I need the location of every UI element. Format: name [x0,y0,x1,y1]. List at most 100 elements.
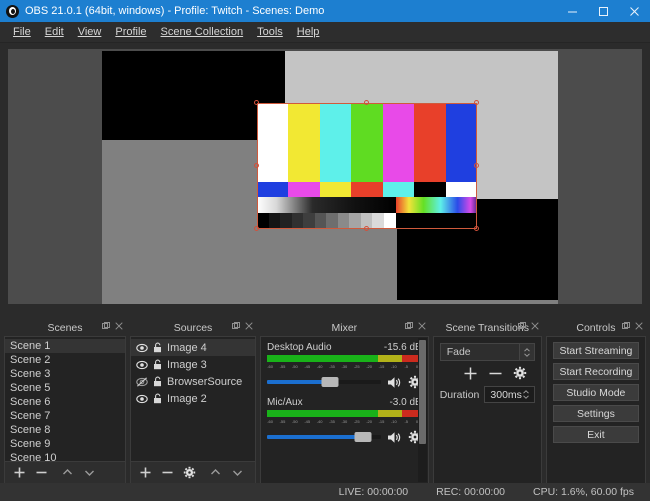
transitions-dock-buttons [517,322,539,330]
resize-handle-top-right[interactable] [474,100,479,105]
settings-button[interactable]: Settings [552,405,640,422]
list-item[interactable]: Scene 3 [5,367,125,381]
obs-logo-icon [6,4,19,18]
start-streaming-button[interactable]: Start Streaming [552,342,640,359]
resize-handle-middle-right[interactable] [474,163,479,168]
transitions-dock: Scene Transitions Fade Duration 300ms [432,320,542,484]
unlock-icon[interactable] [153,393,162,404]
list-item[interactable]: Scene 10 [5,451,125,461]
source-properties-button[interactable] [179,464,199,482]
remove-scene-button[interactable] [31,464,51,482]
preview-canvas[interactable] [8,49,642,304]
color-bars-top-row [257,103,477,182]
list-item[interactable]: Scene 8 [5,423,125,437]
mixer-scrollbar[interactable] [417,338,427,482]
menu-scene-collection-label: Scene Collection [160,26,244,38]
scrollbar-thumb[interactable] [418,340,426,444]
list-item[interactable]: Scene 5 [5,381,125,395]
window-controls [557,0,650,22]
add-source-button[interactable] [135,464,155,482]
minimize-icon[interactable] [557,0,588,22]
float-icon[interactable] [404,322,413,330]
controls-container: Start Streaming Start Recording Studio M… [545,336,647,484]
menu-edit[interactable]: Edit [38,22,71,42]
resize-handle-top-center[interactable] [364,100,369,105]
menu-file[interactable]: File [6,22,38,42]
close-icon[interactable] [245,322,253,330]
transitions-container: Fade Duration 300ms [432,336,542,484]
unlock-icon[interactable] [153,359,162,370]
menu-view[interactable]: View [71,22,109,42]
move-scene-down-button[interactable] [79,464,99,482]
start-recording-button[interactable]: Start Recording [552,363,640,380]
slider-knob[interactable] [321,377,339,387]
menu-scene-collection[interactable]: Scene Collection [154,22,251,42]
list-item[interactable]: Scene 9 [5,437,125,451]
duration-input[interactable]: 300ms [484,386,535,403]
menu-help[interactable]: Help [290,22,327,42]
close-icon[interactable] [531,322,539,330]
close-icon[interactable] [619,0,650,22]
float-icon[interactable] [622,322,631,330]
resize-handle-middle-left[interactable] [254,163,259,168]
eye-slash-icon[interactable] [136,376,148,387]
volume-slider[interactable] [267,428,381,446]
unlock-icon[interactable] [153,376,162,387]
mixer-container[interactable]: Desktop Audio -15.6 dB -60 -55 -50 -45 -… [260,336,429,484]
resize-handle-top-left[interactable] [254,100,259,105]
remove-source-button[interactable] [157,464,177,482]
volume-slider[interactable] [267,373,381,391]
sources-list-container[interactable]: Image 4 Image 3 BrowserSource Image 2 [130,336,257,462]
speaker-icon[interactable] [387,376,402,389]
list-item[interactable]: Scene 2 [5,353,125,367]
unlock-icon[interactable] [153,342,162,353]
window-title: OBS 21.0.1 (64bit, windows) - Profile: T… [25,5,325,17]
exit-button[interactable]: Exit [552,426,640,443]
list-item[interactable]: Image 4 [131,339,256,356]
float-icon[interactable] [517,322,526,330]
close-icon[interactable] [115,322,123,330]
menu-tools[interactable]: Tools [250,22,290,42]
list-item[interactable]: Image 2 [131,390,255,407]
sources-toolbar [130,462,257,484]
spinner-icon[interactable] [522,389,530,400]
slider-fill [267,435,363,439]
resize-handle-bottom-left[interactable] [254,226,259,231]
resize-handle-bottom-center[interactable] [364,226,369,231]
transition-select[interactable]: Fade [439,343,535,361]
list-item[interactable]: Scene 7 [5,409,125,423]
slider-knob[interactable] [354,432,371,442]
scenes-toolbar [4,462,127,484]
close-icon[interactable] [635,322,643,330]
float-icon[interactable] [232,322,241,330]
maximize-icon[interactable] [588,0,619,22]
eye-icon[interactable] [136,343,148,353]
live-status: LIVE: 00:00:00 [338,486,409,498]
eye-icon[interactable] [136,360,148,370]
add-scene-button[interactable] [9,464,29,482]
scenes-list: Scene 1 Scene 2 Scene 3 Scene 5 Scene 6 … [5,337,126,461]
list-item[interactable]: Scene 6 [5,395,125,409]
color-bars-bottom-rows [257,197,477,229]
add-transition-button[interactable] [463,366,478,381]
move-scene-up-button[interactable] [57,464,77,482]
scenes-list-container[interactable]: Scene 1 Scene 2 Scene 3 Scene 5 Scene 6 … [4,336,127,462]
menu-profile[interactable]: Profile [108,22,153,42]
move-source-up-button[interactable] [205,464,225,482]
list-item[interactable]: BrowserSource [131,373,255,390]
resize-handle-bottom-right[interactable] [474,226,479,231]
transition-properties-button[interactable] [513,366,527,380]
source-label: BrowserSource [167,375,243,388]
transition-select-value: Fade [446,346,471,358]
remove-transition-button[interactable] [488,366,503,381]
sources-dock-title: Sources [173,322,213,334]
studio-mode-button[interactable]: Studio Mode [552,384,640,401]
eye-icon[interactable] [136,394,148,404]
move-source-down-button[interactable] [227,464,247,482]
speaker-icon[interactable] [387,431,402,444]
chevron-updown-icon[interactable] [518,344,534,360]
list-item[interactable]: Image 3 [131,356,255,373]
float-icon[interactable] [102,322,111,330]
list-item[interactable]: Scene 1 [5,339,126,353]
close-icon[interactable] [418,322,426,330]
